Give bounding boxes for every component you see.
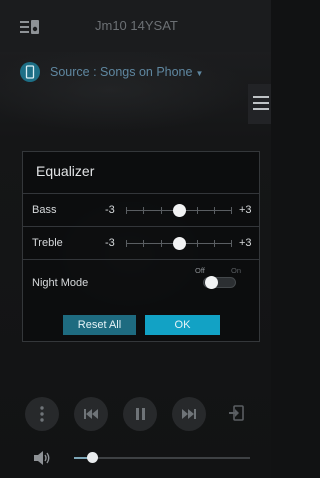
treble-label: Treble bbox=[32, 237, 63, 249]
phone-icon bbox=[20, 62, 40, 82]
bass-max-label: +3 bbox=[239, 204, 252, 216]
night-mode-row: Night Mode Off On bbox=[23, 259, 259, 305]
pause-button[interactable] bbox=[123, 397, 157, 431]
reset-all-button[interactable]: Reset All bbox=[63, 315, 136, 335]
previous-button[interactable] bbox=[74, 397, 108, 431]
equalizer-dialog: Equalizer Bass -3 +3 Treble -3 +3 Night … bbox=[22, 151, 260, 342]
hamburger-menu-icon[interactable] bbox=[248, 84, 271, 124]
volume-slider-track[interactable] bbox=[74, 452, 250, 463]
top-bar: Jm10 14YSAT bbox=[0, 0, 271, 52]
more-button[interactable] bbox=[25, 397, 59, 431]
volume-icon[interactable] bbox=[34, 451, 52, 465]
skip-next-icon bbox=[182, 409, 196, 419]
device-name: Jm10 14YSAT bbox=[95, 18, 178, 33]
night-mode-on-label: On bbox=[231, 266, 242, 275]
bass-label: Bass bbox=[32, 204, 57, 216]
volume-slider-handle[interactable] bbox=[86, 452, 98, 463]
exit-icon[interactable] bbox=[227, 403, 247, 423]
bass-row: Bass -3 +3 bbox=[23, 193, 259, 226]
toggle-knob bbox=[205, 276, 218, 289]
source-label: Source : Songs on Phone bbox=[50, 65, 193, 79]
next-button[interactable] bbox=[172, 397, 206, 431]
night-mode-toggle[interactable] bbox=[203, 276, 236, 289]
treble-slider-handle[interactable] bbox=[173, 237, 186, 250]
night-mode-off-label: Off bbox=[195, 266, 205, 275]
bass-min-label: -3 bbox=[105, 204, 115, 216]
treble-min-label: -3 bbox=[105, 237, 115, 249]
skip-previous-icon bbox=[84, 409, 98, 419]
pause-icon bbox=[136, 408, 145, 420]
bass-slider-handle[interactable] bbox=[173, 204, 186, 217]
night-mode-label: Night Mode bbox=[32, 277, 89, 289]
treble-max-label: +3 bbox=[239, 237, 252, 249]
equalizer-title: Equalizer bbox=[36, 163, 95, 179]
ok-button[interactable]: OK bbox=[145, 315, 220, 335]
speaker-list-icon[interactable] bbox=[20, 19, 40, 35]
more-vertical-icon bbox=[40, 406, 44, 422]
chevron-down-icon: ▼ bbox=[195, 69, 204, 78]
treble-row: Treble -3 +3 bbox=[23, 226, 259, 259]
